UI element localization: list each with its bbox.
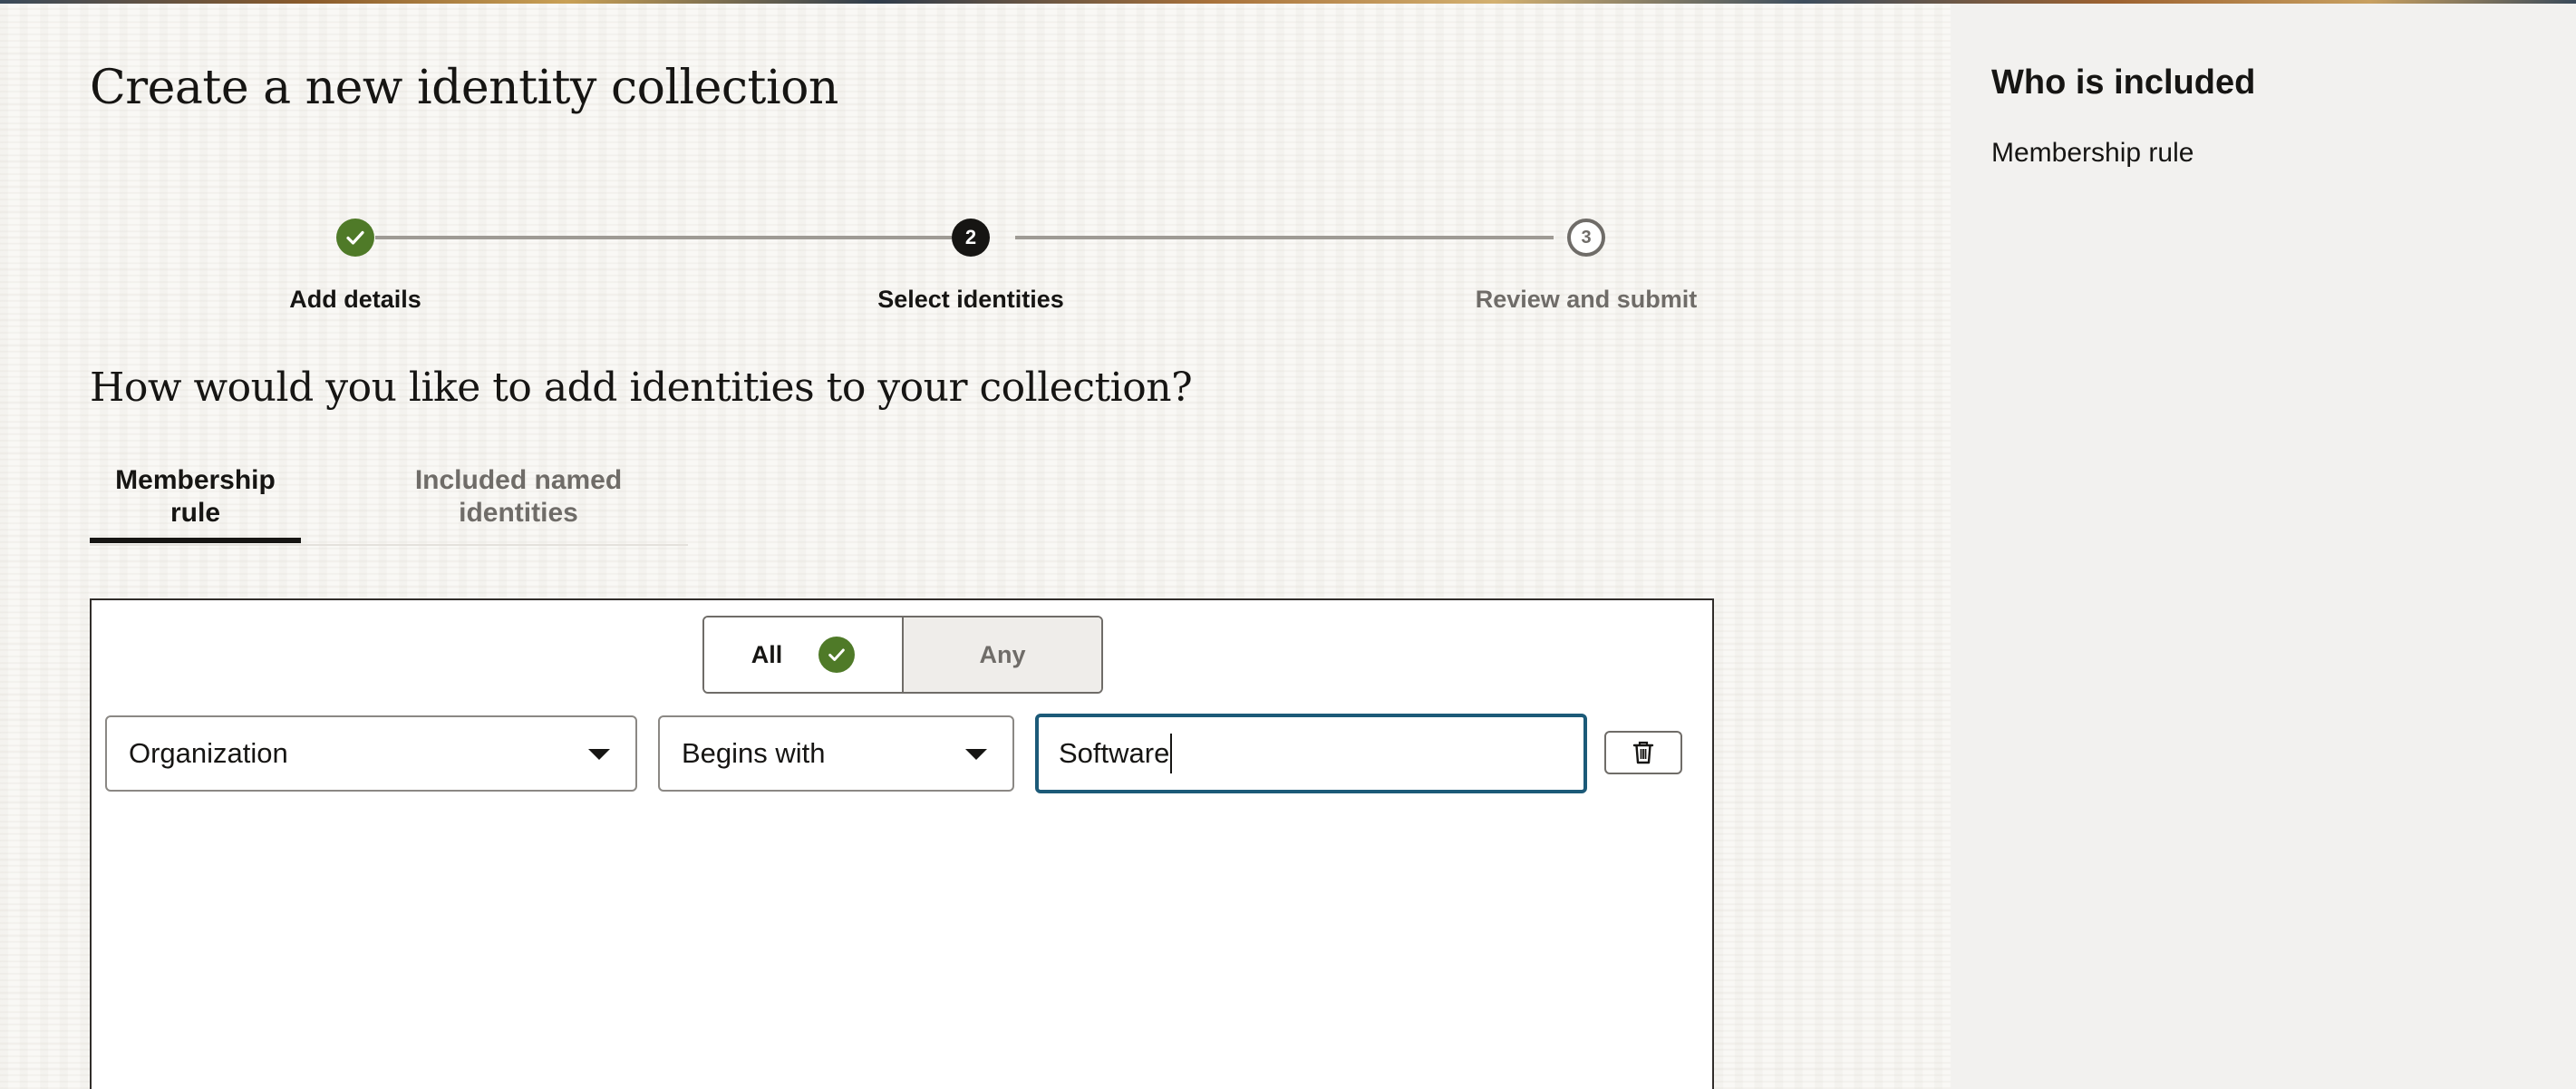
progress-stepper: 2 3 Add details Select identities Review… [0,4,1951,330]
trash-icon [1632,741,1654,764]
attribute-select[interactable]: Organization [105,715,637,792]
step-2-label: Select identities [877,286,1064,313]
operator-select-value: Begins with [682,737,826,769]
condition-value-input[interactable] [1035,714,1587,793]
tab-membership-rule-label: Membership rule [115,465,276,528]
tab-membership-rule[interactable]: Membership rule [90,464,301,530]
match-any-label: Any [979,640,1026,668]
match-all-option[interactable]: All [704,617,904,692]
tab-included-named-identities[interactable]: Included named identities [401,464,636,530]
section-question: How would you like to add identities to … [90,365,1193,411]
check-icon [828,648,846,661]
chevron-down-icon [965,749,987,760]
match-all-label: All [751,640,783,668]
stepper-connector-1 [375,236,952,239]
tab-included-named-identities-label: Included named identities [414,465,623,528]
text-caret [1170,734,1172,773]
step-3-indicator: 3 [1567,219,1605,257]
side-panel-title: Who is included [1991,63,2256,102]
attribute-select-value: Organization [129,737,288,769]
membership-rule-panel: All Any Organization Begins with [90,598,1714,1089]
check-circle-icon [818,637,856,673]
operator-select[interactable]: Begins with [658,715,1014,792]
step-1-label: Add details [289,286,421,313]
stepper-connector-2 [1015,236,1554,239]
step-1-complete-indicator [336,219,374,257]
chevron-down-icon [588,749,610,760]
match-mode-toggle: All Any [702,616,1103,694]
side-panel-item: Membership rule [1991,138,2194,168]
step-3-label: Review and submit [1475,286,1698,313]
collection-method-tabs: Membership rule Included named identitie… [90,457,688,546]
summary-side-panel: Who is included Membership rule [1951,4,2576,1089]
step-2-indicator: 2 [952,219,990,257]
match-any-option[interactable]: Any [904,617,1101,692]
active-tab-indicator [90,538,301,543]
check-icon [346,230,364,245]
delete-condition-button[interactable] [1604,731,1682,774]
main-content: Create a new identity collection 2 3 Add… [0,4,1951,1089]
